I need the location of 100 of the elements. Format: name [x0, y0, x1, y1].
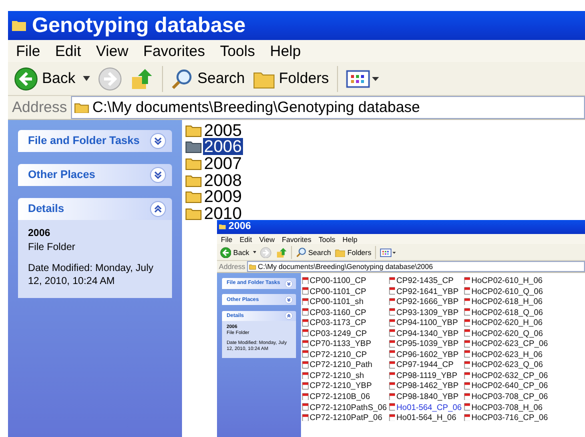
panel-header[interactable]: File and Folder Tasks	[18, 130, 172, 152]
file-name[interactable]: CP00-1101_CP	[310, 286, 366, 296]
address-field[interactable]: C:\My documents\Breeding\Genotyping database	[71, 96, 585, 119]
views-icon[interactable]	[380, 248, 396, 258]
file-name[interactable]: CP97-1944_CP	[396, 360, 454, 370]
file-name[interactable]: HoCP02-632_CP_06	[471, 370, 548, 380]
file-icon	[388, 318, 396, 327]
file-name[interactable]: CP03-1249_CP	[310, 328, 367, 338]
dropdown-arrow-icon[interactable]	[253, 251, 256, 254]
file-icon	[388, 414, 396, 422]
file-icon	[464, 287, 470, 295]
file-icon	[388, 361, 396, 369]
folder-icon	[185, 174, 202, 187]
folder-name[interactable]: 2008	[203, 172, 243, 189]
file-icon	[464, 350, 470, 358]
file-name[interactable]: CP72-1210_CP	[310, 350, 367, 359]
file-name[interactable]: CP96-1602_YBP	[396, 350, 459, 359]
menu-item[interactable]: Help	[270, 42, 301, 60]
file-name[interactable]: CP98-1462_YBP	[396, 381, 459, 390]
expand-icon[interactable]	[285, 280, 293, 288]
expand-icon[interactable]	[285, 296, 293, 304]
file-icon	[464, 382, 470, 390]
details-type: File Folder	[28, 241, 76, 254]
file-name[interactable]: CP92-1435_CP	[396, 276, 454, 285]
file-name[interactable]: CP70-1133_YBP	[310, 339, 372, 348]
file-icon	[388, 298, 396, 306]
file-name[interactable]: Ho01-564_CP_06	[396, 402, 462, 412]
file-name[interactable]: CP00-1100_CP	[310, 276, 366, 285]
folder-name[interactable]: 2010	[203, 204, 243, 222]
file-icon	[302, 287, 309, 295]
panel-header[interactable]: Other Places	[18, 164, 172, 186]
file-icon	[388, 276, 396, 284]
menu-item[interactable]: View	[96, 42, 128, 60]
folder-icon	[334, 248, 346, 258]
file-icon	[302, 392, 309, 400]
file-icon	[464, 298, 470, 306]
folder-name[interactable]: 2009	[203, 188, 243, 206]
file-icon	[302, 318, 309, 327]
file-name[interactable]: CP92-1641_YBP	[396, 286, 459, 296]
file-name[interactable]: CP92-1666_YBP	[396, 297, 459, 306]
file-icon	[464, 308, 470, 316]
folders-button[interactable]: Folders	[252, 68, 329, 88]
back-button[interactable]: Back	[14, 66, 76, 90]
file-icon	[302, 298, 309, 306]
file-icon	[464, 361, 470, 369]
file-name[interactable]: CP72-1210_Path	[310, 360, 372, 370]
file-name[interactable]: HoCP02-618_Q_06	[471, 308, 543, 317]
expand-icon[interactable]	[150, 133, 166, 149]
panel-header[interactable]: Details	[18, 198, 172, 220]
file-icon	[302, 361, 309, 369]
dropdown-arrow-icon[interactable]	[83, 76, 90, 81]
file-name[interactable]: HoCP02-640_CP_06	[471, 381, 548, 390]
file-name[interactable]: Ho01-564_H_06	[396, 413, 456, 422]
file-name[interactable]: HoCP02-620_H_06	[471, 318, 543, 328]
file-name[interactable]: CP72-1210B_06	[310, 392, 370, 401]
details-name: 2006	[28, 228, 52, 239]
file-name[interactable]: HoCP02-623_Q_06	[471, 360, 543, 370]
folder-name[interactable]: 2005	[203, 122, 243, 139]
file-name[interactable]: HoCP02-610_Q_06	[471, 286, 543, 296]
file-name[interactable]: CP03-1160_CP	[310, 308, 366, 317]
folder-name[interactable]: 2007	[203, 154, 243, 172]
views-icon[interactable]	[346, 68, 380, 88]
collapse-icon[interactable]	[150, 201, 166, 217]
file-name[interactable]: HoCP02-618_H_06	[471, 297, 543, 306]
file-name[interactable]: CP98-1119_YBP	[396, 370, 458, 380]
file-icon	[302, 329, 309, 338]
menu-item[interactable]: Edit	[55, 42, 82, 60]
file-name[interactable]: HoCP03-708_CP_06	[471, 392, 548, 401]
file-name[interactable]: CP00-1101_sh	[310, 297, 364, 306]
file-name[interactable]: HoCP02-623_H_06	[471, 350, 543, 359]
collapse-icon[interactable]	[285, 312, 293, 320]
file-name[interactable]: CP93-1309_YBP	[396, 308, 459, 317]
up-folder-icon[interactable]	[276, 246, 288, 258]
expand-icon[interactable]	[150, 167, 166, 183]
up-folder-icon[interactable]	[130, 66, 154, 90]
file-name[interactable]: CP95-1039_YBP	[396, 339, 459, 348]
file-name[interactable]: CP72-1210PatP_06	[310, 413, 382, 422]
file-name[interactable]: CP72-1210PathS_06	[310, 402, 387, 412]
folder-name[interactable]: 2006	[203, 138, 243, 156]
file-icon	[464, 329, 470, 338]
menu-item[interactable]: Favorites	[143, 42, 205, 60]
file-icon	[388, 287, 396, 295]
file-name[interactable]: CP98-1840_YBP	[396, 392, 459, 401]
file-icon	[388, 372, 396, 380]
file-name[interactable]: HoCP03-716_CP_06	[471, 413, 548, 422]
file-name[interactable]: HoCP03-708_H_06	[471, 402, 543, 412]
file-name[interactable]: CP03-1173_CP	[310, 318, 366, 328]
file-icon	[302, 308, 309, 316]
file-name[interactable]: CP72-1210_sh	[310, 370, 364, 380]
file-icon	[388, 340, 396, 348]
file-icon	[388, 392, 396, 400]
file-name[interactable]: CP94-1100_YBP	[396, 318, 458, 328]
menu-item[interactable]: Tools	[220, 42, 255, 60]
file-name[interactable]: CP94-1340_YBP	[396, 328, 459, 338]
file-name[interactable]: CP72-1210_YBP	[310, 381, 372, 390]
file-name[interactable]: HoCP02-620_Q_06	[471, 328, 543, 338]
file-name[interactable]: HoCP02-623_CP_06	[471, 339, 548, 348]
search-button[interactable]: Search	[171, 68, 245, 90]
file-name[interactable]: HoCP02-610_H_06	[471, 276, 543, 285]
menu-item[interactable]: File	[16, 42, 40, 60]
